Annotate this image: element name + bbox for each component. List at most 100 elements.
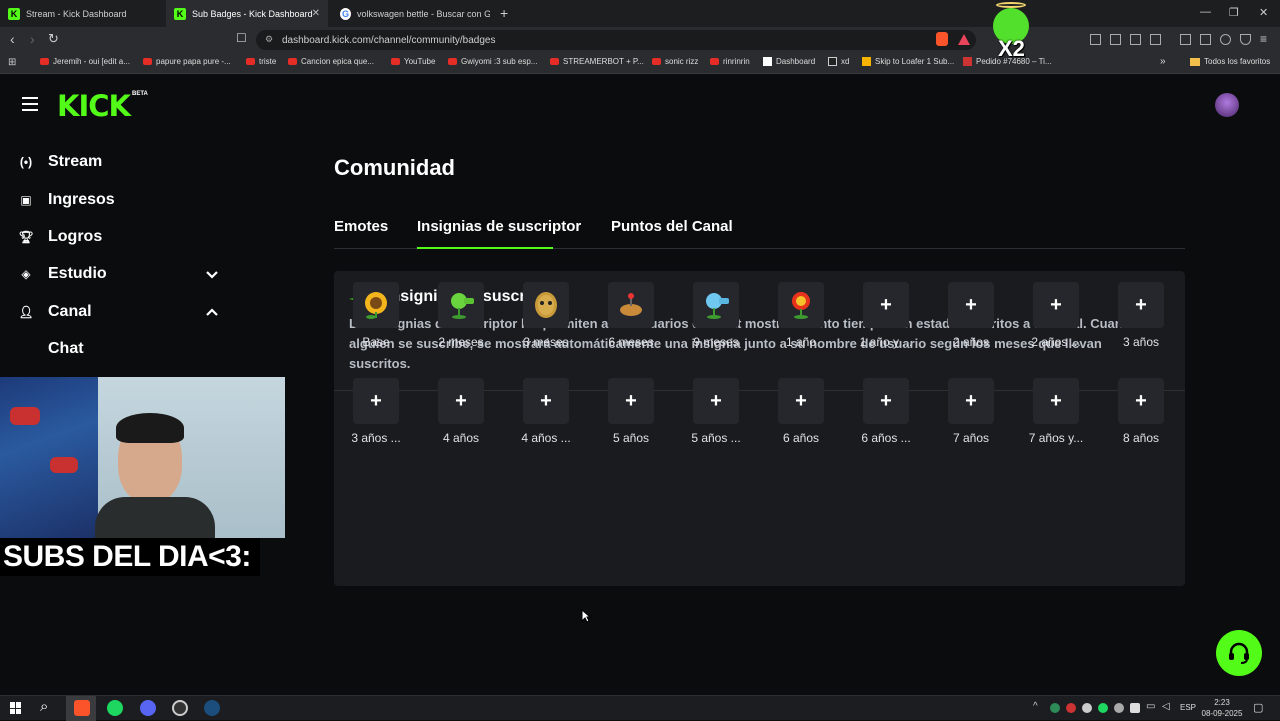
add-badge-button[interactable]: + bbox=[863, 378, 909, 424]
bookmark-item[interactable]: triste bbox=[246, 57, 276, 66]
browser-tab[interactable]: K Stream - Kick Dashboard bbox=[0, 0, 166, 27]
badge-image[interactable] bbox=[353, 282, 399, 328]
badge-slot[interactable]: +2 años ... bbox=[1015, 282, 1095, 354]
badge-slot[interactable]: +5 años ... bbox=[675, 378, 755, 450]
sidebar-item-canal[interactable]: 👤︎ Canal bbox=[18, 303, 91, 321]
sidebar-item-ingresos[interactable]: ▣ Ingresos bbox=[18, 191, 114, 209]
badge-slot[interactable]: +4 años bbox=[420, 378, 500, 450]
add-badge-button[interactable]: + bbox=[438, 378, 484, 424]
badge-slot[interactable]: +8 años bbox=[1100, 378, 1180, 450]
site-info-icon[interactable]: ⚙ bbox=[265, 34, 273, 45]
bookmark-item[interactable]: xd bbox=[828, 57, 849, 66]
add-badge-button[interactable]: + bbox=[693, 378, 739, 424]
tray-spotify-icon[interactable] bbox=[1098, 703, 1108, 713]
badge-slot[interactable]: 2 meses bbox=[420, 282, 500, 354]
more-bookmarks-icon[interactable]: » bbox=[1160, 56, 1166, 67]
bookmark-item[interactable]: papure papa pure -... bbox=[143, 57, 231, 66]
sidebar-toggle-icon[interactable] bbox=[1180, 34, 1191, 45]
add-badge-button[interactable]: + bbox=[948, 282, 994, 328]
browser-tab[interactable]: G volkswagen bettle - Buscar con Goog bbox=[332, 0, 498, 27]
back-icon[interactable]: ‹ bbox=[10, 31, 15, 47]
hamburger-menu-icon[interactable] bbox=[22, 97, 38, 111]
add-badge-button[interactable]: + bbox=[1033, 282, 1079, 328]
chevron-up-icon[interactable] bbox=[205, 305, 219, 319]
add-badge-button[interactable]: + bbox=[948, 378, 994, 424]
badge-slot[interactable]: +6 años ... bbox=[845, 378, 925, 450]
url-field[interactable]: dashboard.kick.com/channel/community/bad… bbox=[256, 30, 976, 50]
bookmark-icon[interactable]: ☐ bbox=[236, 31, 247, 45]
bookmark-item[interactable]: Dashboard bbox=[763, 57, 815, 66]
restore-icon[interactable]: ❐ bbox=[1229, 6, 1239, 19]
spotify-icon[interactable] bbox=[107, 700, 123, 716]
badge-image[interactable] bbox=[523, 282, 569, 328]
clock[interactable]: 2:23 08-09-2025 bbox=[1200, 697, 1244, 719]
add-badge-button[interactable]: + bbox=[353, 378, 399, 424]
extensions-puzzle-icon[interactable] bbox=[1130, 34, 1141, 45]
badge-slot[interactable]: +6 años bbox=[760, 378, 840, 450]
badge-slot[interactable]: 1 año bbox=[760, 282, 840, 354]
steam-icon[interactable] bbox=[204, 700, 220, 716]
discord-icon[interactable] bbox=[140, 700, 156, 716]
badge-image[interactable] bbox=[608, 282, 654, 328]
apps-grid-icon[interactable]: ⊞ bbox=[8, 57, 16, 68]
avatar[interactable] bbox=[1215, 93, 1239, 117]
leo-icon[interactable] bbox=[1220, 34, 1231, 45]
badge-image[interactable] bbox=[778, 282, 824, 328]
badge-slot[interactable]: +3 años ... bbox=[335, 378, 415, 450]
tab-emotes[interactable]: Emotes bbox=[334, 218, 388, 235]
sidebar-item-stream[interactable]: (•) Stream bbox=[18, 153, 102, 171]
vpn-shield-icon[interactable] bbox=[1240, 34, 1251, 45]
extension-icon[interactable] bbox=[1150, 34, 1161, 45]
sidebar-subitem-chat[interactable]: Chat bbox=[48, 340, 84, 358]
tray-icon[interactable] bbox=[1066, 703, 1076, 713]
reload-icon[interactable]: ↻ bbox=[48, 31, 59, 47]
tray-icon[interactable] bbox=[1114, 703, 1124, 713]
chevron-down-icon[interactable] bbox=[205, 268, 219, 282]
bookmark-item[interactable]: sonic rizz bbox=[652, 57, 698, 66]
new-tab-button[interactable]: + bbox=[500, 5, 508, 21]
badge-image[interactable] bbox=[438, 282, 484, 328]
badge-slot[interactable]: +7 años y... bbox=[1015, 378, 1095, 450]
search-icon[interactable]: ⌕ bbox=[40, 698, 48, 715]
menu-icon[interactable]: ≡ bbox=[1260, 32, 1267, 46]
wallet-icon[interactable] bbox=[1200, 34, 1211, 45]
add-badge-button[interactable]: + bbox=[1118, 282, 1164, 328]
minimize-icon[interactable]: — bbox=[1200, 6, 1211, 18]
kick-logo[interactable]: KICK bbox=[57, 89, 131, 123]
brave-shields-icon[interactable] bbox=[936, 32, 948, 46]
tab-puntos[interactable]: Puntos del Canal bbox=[611, 218, 733, 235]
forward-icon[interactable]: › bbox=[30, 31, 35, 47]
tab-insignias[interactable]: Insignias de suscriptor bbox=[417, 218, 581, 235]
all-bookmarks-folder[interactable]: Todos los favoritos bbox=[1190, 57, 1270, 66]
badge-slot[interactable]: +1 año y ... bbox=[845, 282, 925, 354]
badge-slot[interactable]: Base bbox=[335, 282, 415, 354]
obs-icon[interactable] bbox=[172, 700, 188, 716]
volume-icon[interactable]: ◁ bbox=[1162, 701, 1170, 712]
add-badge-button[interactable]: + bbox=[608, 378, 654, 424]
add-badge-button[interactable]: + bbox=[1118, 378, 1164, 424]
language-indicator[interactable]: ESP bbox=[1180, 703, 1196, 712]
badge-slot[interactable]: +2 años bbox=[930, 282, 1010, 354]
bookmark-item[interactable]: Jeremih - oui [edit a... bbox=[40, 57, 130, 66]
extension-icon[interactable] bbox=[1090, 34, 1101, 45]
brave-icon[interactable] bbox=[74, 700, 90, 716]
network-icon[interactable]: ▭ bbox=[1146, 701, 1155, 712]
bookmark-item[interactable]: YouTube bbox=[391, 57, 435, 66]
bookmark-item[interactable]: Skip to Loafer 1 Sub... bbox=[862, 57, 954, 66]
windows-start-icon[interactable] bbox=[10, 702, 22, 714]
notifications-icon[interactable]: ▢ bbox=[1253, 701, 1263, 714]
badge-slot[interactable]: +7 años bbox=[930, 378, 1010, 450]
sidebar-item-estudio[interactable]: ◈ Estudio bbox=[18, 265, 106, 283]
badge-image[interactable] bbox=[693, 282, 739, 328]
bookmark-item[interactable]: Cancion epica que... bbox=[288, 57, 374, 66]
support-chat-button[interactable] bbox=[1216, 630, 1262, 676]
add-badge-button[interactable]: + bbox=[863, 282, 909, 328]
add-badge-button[interactable]: + bbox=[1033, 378, 1079, 424]
badge-slot[interactable]: +3 años bbox=[1100, 282, 1180, 354]
sidebar-item-logros[interactable]: 🏆︎ Logros bbox=[18, 228, 102, 246]
bookmark-item[interactable]: STREAMERBOT + P... bbox=[550, 57, 644, 66]
add-badge-button[interactable]: + bbox=[523, 378, 569, 424]
badge-slot[interactable]: +4 años ... bbox=[505, 378, 585, 450]
tray-chevron-icon[interactable]: ^ bbox=[1033, 701, 1038, 712]
add-badge-button[interactable]: + bbox=[778, 378, 824, 424]
